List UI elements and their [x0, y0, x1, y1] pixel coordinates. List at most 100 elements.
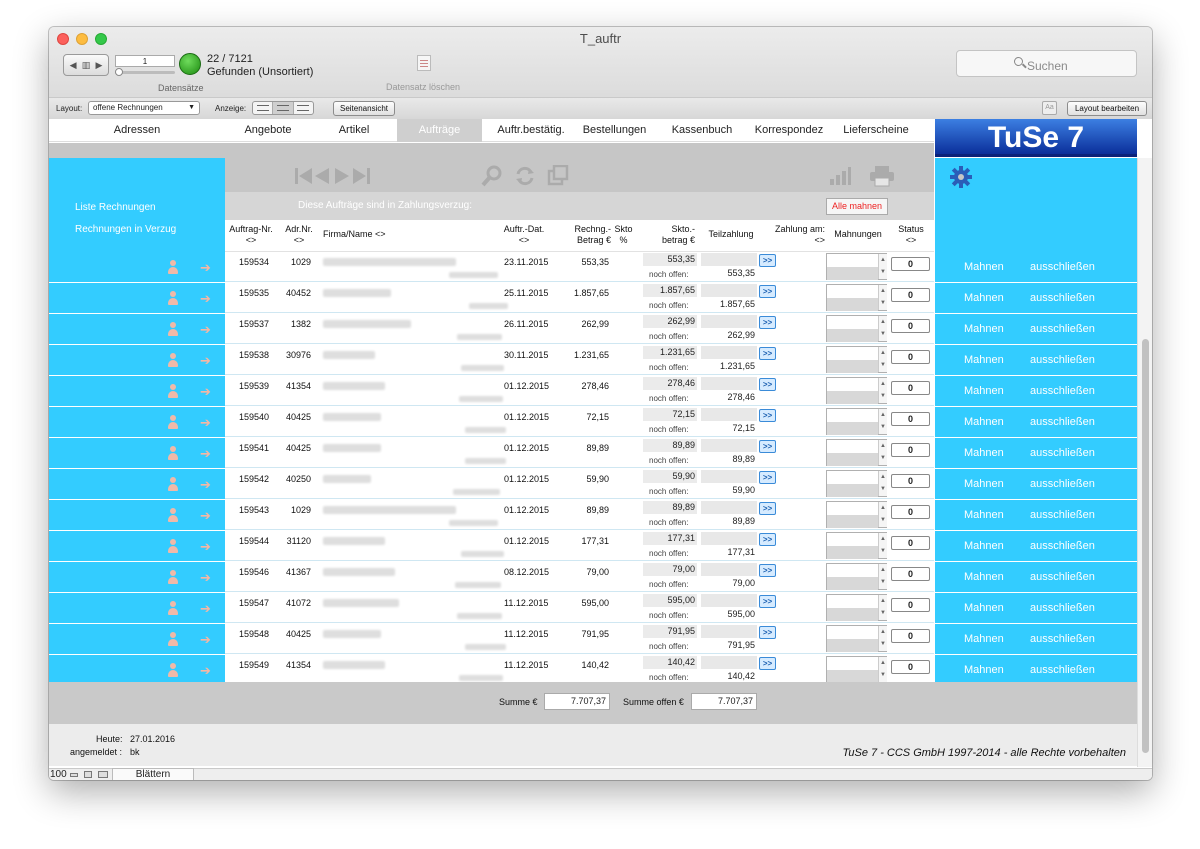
- arrow-right-icon[interactable]: ➔: [200, 384, 211, 400]
- mahnungen-field[interactable]: ▲ ▼: [826, 439, 887, 466]
- pay-button[interactable]: >>: [759, 533, 776, 546]
- zoom-level[interactable]: 100: [50, 769, 67, 780]
- zoom-out-icon[interactable]: [70, 773, 78, 777]
- record-number-input[interactable]: 1: [115, 55, 175, 67]
- mahnungen-field[interactable]: ▲ ▼: [826, 408, 887, 435]
- mahnen-button[interactable]: Mahnen: [964, 664, 1004, 676]
- teilzahlung-field[interactable]: [701, 532, 757, 545]
- pay-button[interactable]: >>: [759, 502, 776, 515]
- col-header-firma[interactable]: Firma/Name <>: [323, 229, 386, 240]
- status-field[interactable]: 0: [891, 412, 930, 426]
- slider-thumb[interactable]: [115, 68, 123, 76]
- vertical-scrollbar[interactable]: [1137, 158, 1152, 767]
- row-content[interactable]: 159543 1029 01.12.2015 89,89 89,89 noch …: [225, 500, 934, 530]
- arrow-right-icon[interactable]: ➔: [200, 632, 211, 648]
- arrow-right-icon[interactable]: ➔: [200, 477, 211, 493]
- ausschliessen-button[interactable]: ausschließen: [1030, 602, 1095, 614]
- mahnungen-field[interactable]: ▲ ▼: [826, 253, 887, 280]
- ausschliessen-button[interactable]: ausschließen: [1030, 416, 1095, 428]
- col-header-rechnungsbetrag[interactable]: Rechng.- Betrag €: [555, 224, 611, 246]
- teilzahlung-field[interactable]: [701, 594, 757, 607]
- bar-chart-icon[interactable]: [828, 165, 852, 187]
- person-icon[interactable]: [168, 415, 178, 429]
- teilzahlung-field[interactable]: [701, 315, 757, 328]
- teilzahlung-field[interactable]: [701, 470, 757, 483]
- col-header-skonto[interactable]: Skto%: [612, 224, 635, 246]
- row-content[interactable]: 159546 41367 08.12.2015 79,00 79,00 noch…: [225, 562, 934, 592]
- mahnungen-field[interactable]: ▲ ▼: [826, 594, 887, 621]
- zoom-in-icon[interactable]: [84, 771, 92, 778]
- teilzahlung-field[interactable]: [701, 501, 757, 514]
- form-view-icon[interactable]: [253, 102, 274, 114]
- text-format-icon[interactable]: Aa: [1042, 101, 1057, 115]
- teilzahlung-field[interactable]: [701, 377, 757, 390]
- find-icon[interactable]: [481, 165, 503, 187]
- stepper-icon[interactable]: ▲ ▼: [878, 440, 887, 465]
- row-content[interactable]: 159534 1029 23.11.2015 553,35 553,35 noc…: [225, 252, 934, 282]
- row-content[interactable]: 159547 41072 11.12.2015 595,00 595,00 no…: [225, 593, 934, 623]
- person-icon[interactable]: [168, 260, 178, 274]
- tab-kassenbuch[interactable]: Kassenbuch: [666, 119, 738, 142]
- arrow-right-icon[interactable]: ➔: [200, 260, 211, 276]
- duplicate-icon[interactable]: [547, 165, 569, 187]
- list-view-icon[interactable]: [273, 102, 294, 114]
- record-slider[interactable]: [115, 68, 175, 76]
- mahnungen-field[interactable]: ▲ ▼: [826, 284, 887, 311]
- sidebar-item-rechnungen-in-verzug[interactable]: Rechnungen in Verzug: [75, 224, 176, 235]
- last-record-icon[interactable]: [353, 168, 370, 184]
- mahnen-button[interactable]: Mahnen: [964, 602, 1004, 614]
- arrow-right-icon[interactable]: ➔: [200, 601, 211, 617]
- arrow-right-icon[interactable]: ➔: [200, 322, 211, 338]
- row-content[interactable]: 159535 40452 25.11.2015 1.857,65 1.857,6…: [225, 283, 934, 313]
- stepper-icon[interactable]: ▲ ▼: [878, 471, 887, 496]
- view-mode-segmented[interactable]: [252, 101, 314, 115]
- remind-all-button[interactable]: Alle mahnen: [826, 198, 888, 215]
- mahnungen-field[interactable]: ▲ ▼: [826, 470, 887, 497]
- stepper-icon[interactable]: ▲ ▼: [878, 502, 887, 527]
- ausschliessen-button[interactable]: ausschließen: [1030, 354, 1095, 366]
- col-header-mahnungen[interactable]: Mahnungen: [829, 229, 887, 240]
- status-field[interactable]: 0: [891, 505, 930, 519]
- scrollbar-thumb[interactable]: [1142, 339, 1149, 753]
- mahnen-button[interactable]: Mahnen: [964, 633, 1004, 645]
- tab-auftraege[interactable]: Aufträge: [397, 119, 482, 142]
- stepper-icon[interactable]: ▲ ▼: [878, 657, 887, 682]
- teilzahlung-field[interactable]: [701, 563, 757, 576]
- pay-button[interactable]: >>: [759, 347, 776, 360]
- person-icon[interactable]: [168, 384, 178, 398]
- col-header-teilzahlung[interactable]: Teilzahlung: [701, 229, 761, 240]
- row-content[interactable]: 159540 40425 01.12.2015 72,15 72,15 noch…: [225, 407, 934, 437]
- pay-button[interactable]: >>: [759, 564, 776, 577]
- teilzahlung-field[interactable]: [701, 656, 757, 669]
- tab-bestellungen[interactable]: Bestellungen: [577, 119, 652, 142]
- arrow-right-icon[interactable]: ➔: [200, 663, 211, 679]
- row-content[interactable]: 159537 1382 26.11.2015 262,99 262,99 noc…: [225, 314, 934, 344]
- refresh-icon[interactable]: [514, 165, 536, 187]
- row-content[interactable]: 159539 41354 01.12.2015 278,46 278,46 no…: [225, 376, 934, 406]
- toggle-toolbar-icon[interactable]: [98, 771, 108, 778]
- person-icon[interactable]: [168, 508, 178, 522]
- mahnen-button[interactable]: Mahnen: [964, 385, 1004, 397]
- ausschliessen-button[interactable]: ausschließen: [1030, 571, 1095, 583]
- person-icon[interactable]: [168, 477, 178, 491]
- layout-select[interactable]: offene Rechnungen ▼: [88, 101, 200, 115]
- arrow-right-icon[interactable]: ➔: [200, 353, 211, 369]
- status-field[interactable]: 0: [891, 660, 930, 674]
- person-icon[interactable]: [168, 539, 178, 553]
- person-icon[interactable]: [168, 353, 178, 367]
- arrow-right-icon[interactable]: ➔: [200, 446, 211, 462]
- stepper-icon[interactable]: ▲ ▼: [878, 595, 887, 620]
- col-header-skontobetrag[interactable]: Skto.- betrag €: [643, 224, 695, 246]
- mahnen-button[interactable]: Mahnen: [964, 478, 1004, 490]
- stepper-icon[interactable]: ▲ ▼: [878, 378, 887, 403]
- pay-button[interactable]: >>: [759, 254, 776, 267]
- person-icon[interactable]: [168, 291, 178, 305]
- ausschliessen-button[interactable]: ausschließen: [1030, 633, 1095, 645]
- status-field[interactable]: 0: [891, 381, 930, 395]
- mahnen-button[interactable]: Mahnen: [964, 571, 1004, 583]
- person-icon[interactable]: [168, 570, 178, 584]
- status-field[interactable]: 0: [891, 288, 930, 302]
- status-field[interactable]: 0: [891, 257, 930, 271]
- col-header-datum[interactable]: Auftr.-Dat. <>: [500, 224, 548, 246]
- tab-lieferscheine[interactable]: Lieferscheine: [838, 119, 914, 142]
